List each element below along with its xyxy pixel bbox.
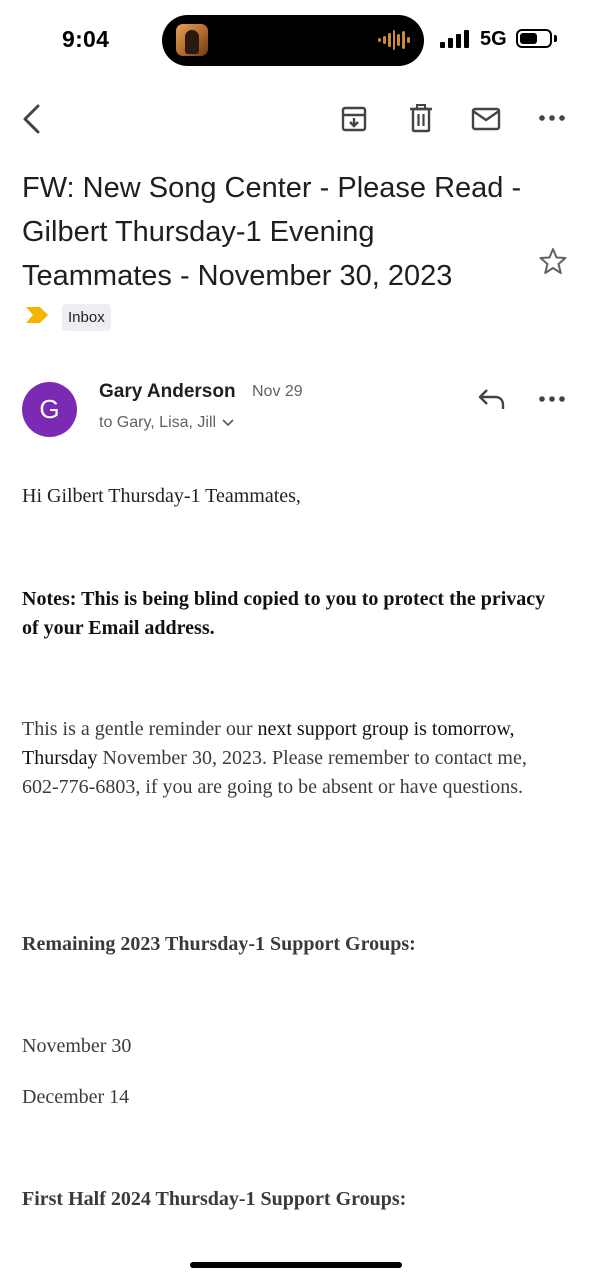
reply-icon[interactable] bbox=[477, 386, 507, 412]
sent-date: Nov 29 bbox=[252, 383, 303, 400]
more-options-icon[interactable] bbox=[538, 110, 566, 126]
delete-icon[interactable] bbox=[406, 103, 436, 135]
battery-icon bbox=[516, 29, 552, 48]
sender-name[interactable]: Gary Anderson bbox=[99, 381, 236, 403]
recipients-text: to Gary, Lisa, Jill bbox=[99, 414, 217, 431]
group-date: November 30 bbox=[22, 1035, 132, 1057]
signal-bars-icon bbox=[440, 30, 470, 48]
email-notes: Notes: This is being blind copied to you… bbox=[22, 588, 546, 639]
remaining-groups-heading: Remaining 2023 Thursday-1 Support Groups… bbox=[22, 933, 416, 955]
home-indicator[interactable] bbox=[190, 1262, 402, 1268]
inbox-label-chip[interactable]: Inbox bbox=[62, 304, 111, 331]
label-row: Inbox bbox=[24, 304, 111, 331]
back-arrow-icon[interactable] bbox=[18, 102, 46, 136]
paragraph-part-3: November 30, 2023. Please remember to co… bbox=[22, 747, 527, 798]
first-half-groups-heading: First Half 2024 Thursday-1 Support Group… bbox=[22, 1188, 407, 1210]
email-paragraph: This is a gentle reminder our next suppo… bbox=[22, 715, 567, 802]
now-playing-artwork bbox=[176, 24, 208, 56]
chevron-down-icon bbox=[222, 414, 234, 432]
email-greeting: Hi Gilbert Thursday-1 Teammates, bbox=[22, 485, 301, 507]
email-subject: FW: New Song Center - Please Read - Gilb… bbox=[22, 172, 522, 292]
archive-icon[interactable] bbox=[339, 104, 369, 134]
paragraph-part-1: This is a gentle reminder our bbox=[22, 718, 258, 740]
avatar[interactable]: G bbox=[22, 382, 77, 437]
group-date: December 14 bbox=[22, 1086, 130, 1108]
recipients-toggle[interactable]: to Gary, Lisa, Jill bbox=[99, 414, 234, 432]
dynamic-island[interactable] bbox=[162, 15, 424, 66]
importance-marker-icon[interactable] bbox=[24, 305, 50, 330]
status-time: 9:04 bbox=[62, 26, 110, 52]
network-type: 5G bbox=[480, 28, 507, 50]
audio-waveform-icon bbox=[378, 29, 411, 51]
battery-tip bbox=[554, 35, 557, 42]
mark-unread-icon[interactable] bbox=[470, 106, 502, 132]
message-more-icon[interactable] bbox=[538, 391, 566, 407]
star-icon[interactable] bbox=[538, 246, 568, 281]
